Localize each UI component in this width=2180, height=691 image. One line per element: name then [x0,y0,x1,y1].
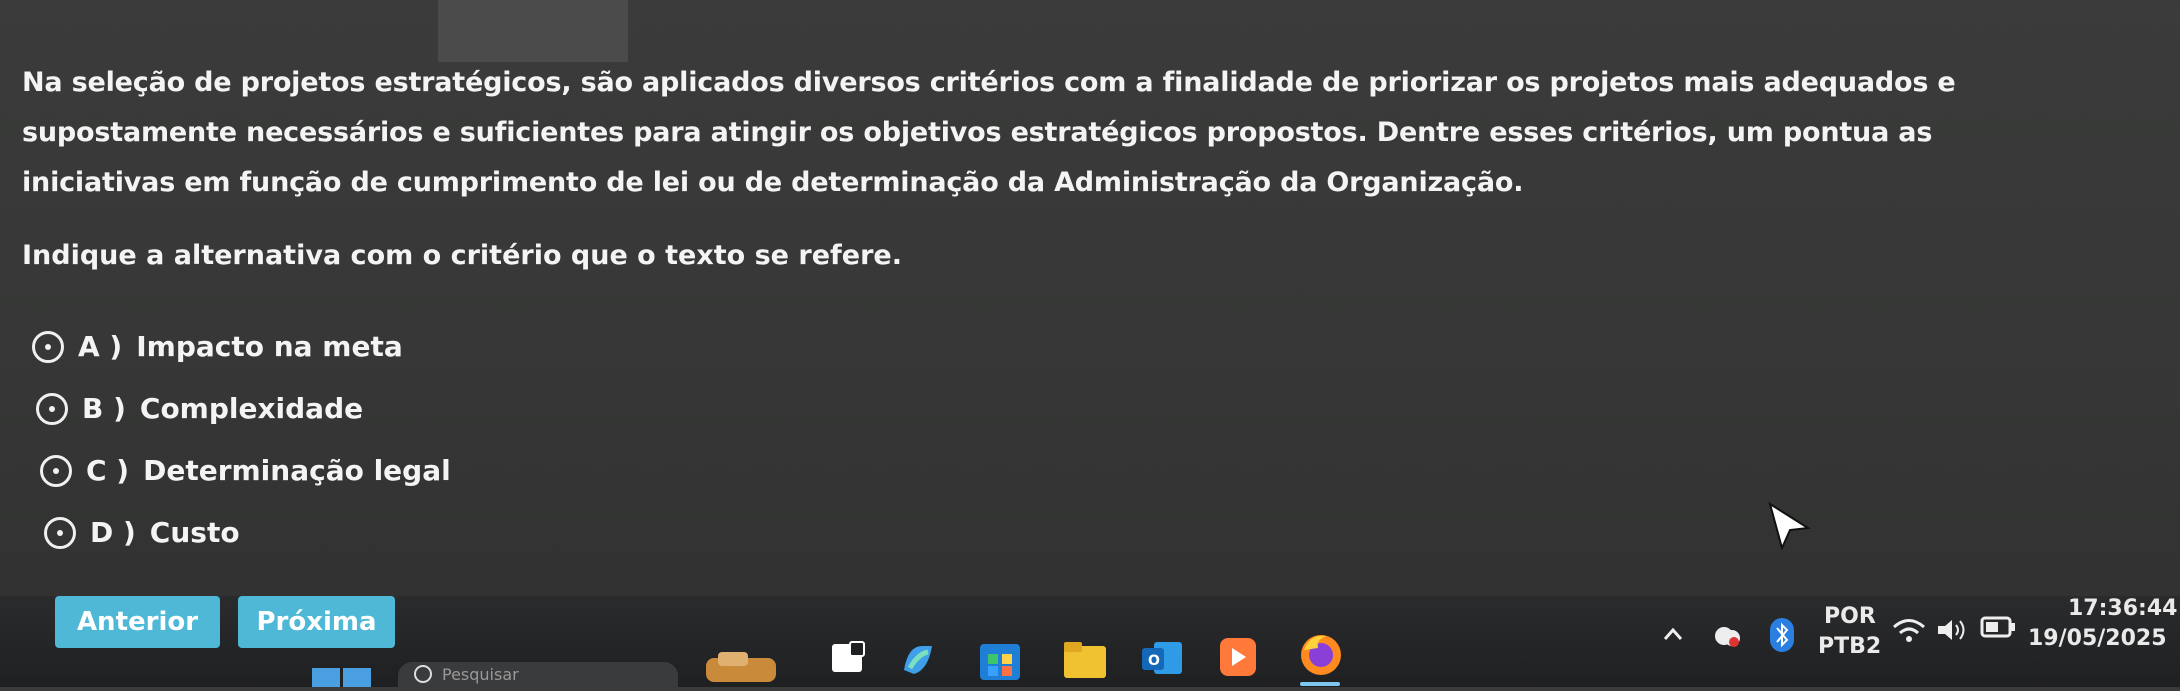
option-d[interactable]: D ) Custo [44,516,240,549]
mouse-pointer-icon [1768,501,1812,556]
svg-text:O: O [1148,653,1160,669]
media-player-icon[interactable] [1218,636,1258,678]
bluetooth-icon[interactable] [1770,618,1794,652]
option-label: Custo [149,516,240,549]
radio-b[interactable] [36,392,68,425]
option-letter: D ) [90,516,136,549]
question-instruction: Indique a alternativa com o critério que… [22,240,902,271]
file-explorer-icon[interactable] [1062,640,1108,680]
firefox-icon[interactable] [1296,630,1346,680]
active-app-indicator [1300,682,1340,686]
option-b[interactable]: B ) Complexidade [36,392,363,425]
option-letter: A ) [78,330,123,363]
option-letter: B ) [82,392,126,425]
option-c[interactable]: C ) Determinação legal [40,454,451,487]
widgets-icon[interactable] [698,648,782,684]
top-tab [438,0,628,62]
option-label: Complexidade [139,392,364,425]
clock-date[interactable]: 19/05/2025 [2028,626,2167,651]
wifi-icon[interactable] [1892,618,1926,644]
search-box[interactable]: Pesquisar [398,662,678,687]
previous-button[interactable]: Anterior [55,596,220,648]
windows-start-icon[interactable] [312,666,372,687]
task-view-icon[interactable] [830,640,866,676]
option-label: Determinação legal [143,454,451,487]
cloud-icon[interactable] [1712,622,1742,650]
volume-icon[interactable] [1936,616,1970,644]
question-text: Na seleção de projetos estratégicos, são… [22,67,1956,198]
clock-time[interactable]: 17:36:44 [2068,596,2177,621]
battery-icon[interactable] [1980,614,2016,640]
chevron-up-icon[interactable] [1662,626,1684,642]
radio-a[interactable] [32,330,64,363]
search-input[interactable]: Pesquisar [442,665,519,684]
copilot-icon[interactable] [898,640,938,680]
language-indicator[interactable]: POR [1824,604,1876,629]
radio-d[interactable] [44,516,76,549]
option-letter: C ) [86,454,130,487]
outlook-icon[interactable]: O [1140,636,1184,680]
radio-c[interactable] [40,454,72,487]
next-button[interactable]: Próxima [238,596,395,648]
keyboard-layout-indicator[interactable]: PTB2 [1818,634,1881,659]
search-icon [412,662,438,690]
option-label: Impacto na meta [136,330,403,363]
store-icon[interactable] [978,638,1022,682]
option-a[interactable]: A ) Impacto na meta [32,330,403,363]
